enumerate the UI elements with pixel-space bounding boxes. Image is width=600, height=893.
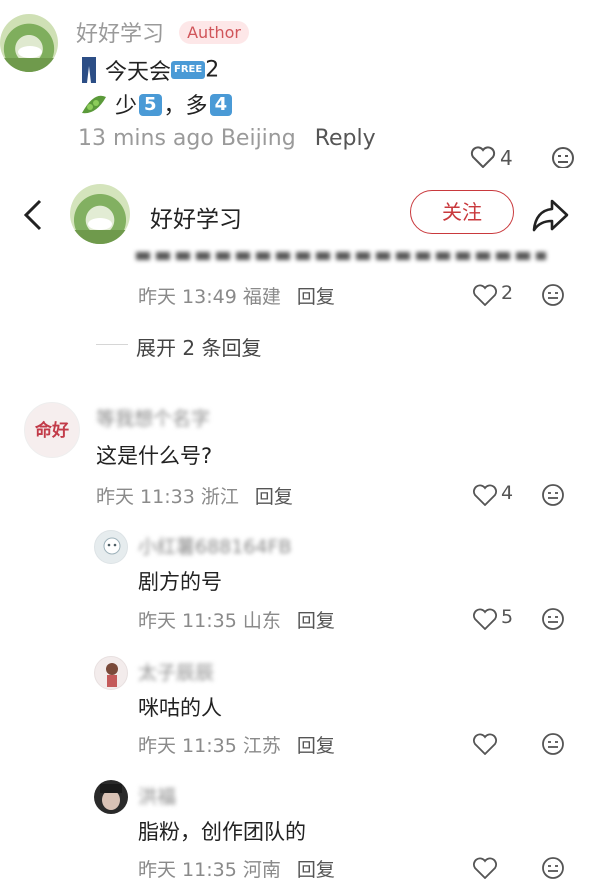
reply-reply[interactable]: 回复 (297, 859, 335, 881)
cut-comment-reply[interactable]: 回复 (297, 286, 335, 308)
reply-dislike[interactable] (541, 732, 565, 756)
author-name[interactable]: 好好学习 (76, 22, 164, 47)
reply-dislike[interactable] (541, 856, 565, 880)
dislike-face-icon (542, 284, 564, 306)
avatar-image (0, 46, 58, 72)
keycap-5: 5 (139, 94, 162, 116)
author-dislike[interactable] (550, 146, 576, 168)
reply-text: 咪咕的人 (138, 696, 222, 720)
free-badge: FREE (171, 61, 206, 79)
comment-avatar[interactable]: 命好 (24, 402, 80, 458)
comment-meta: 昨天 11:33 浙江 回复 (96, 482, 293, 509)
heart-icon (473, 284, 497, 306)
dislike-face-icon (542, 608, 564, 630)
reply-username[interactable]: 太子辰辰 (138, 658, 214, 685)
author-like-count: 4 (500, 146, 513, 170)
comment-username[interactable]: 等我想个名字 (96, 404, 210, 431)
author-name-row: 好好学习 Author (76, 16, 249, 48)
comment-like[interactable] (472, 484, 498, 506)
comment-text: 这是什么号? (96, 444, 213, 468)
author-badge: Author (179, 20, 249, 44)
reply-like-count: 5 (501, 606, 514, 628)
author-comment-line2: 少 5 ，多 4 (80, 88, 234, 120)
reply-avatar[interactable] (94, 656, 128, 690)
dislike-face-icon (552, 147, 574, 168)
chevron-left-icon (23, 199, 42, 231)
reply-like[interactable] (472, 857, 498, 879)
jeans-icon (80, 57, 98, 83)
comment-time: 昨天 11:33 浙江 (96, 486, 239, 508)
reply-text: 脂粉，创作团队的 (138, 820, 306, 844)
expand-divider (96, 344, 128, 345)
cut-comment-time: 昨天 13:49 福建 (138, 286, 281, 308)
keycap-4: 4 (209, 94, 233, 116)
reply-like[interactable] (472, 608, 498, 630)
heart-icon (473, 857, 497, 879)
peapod-icon (80, 93, 108, 115)
reply-like[interactable] (472, 733, 498, 755)
app-header: 好好学习 关注 (0, 168, 600, 260)
author-meta-row: 13 mins ago Beijing Reply (78, 126, 376, 151)
reply-time: 昨天 11:35 河南 (138, 859, 281, 881)
share-button[interactable] (532, 198, 570, 232)
dislike-face-icon (542, 857, 564, 879)
line1-text: 今天会 (105, 60, 172, 85)
comment-dislike[interactable] (541, 483, 565, 507)
comment-reply[interactable]: 回复 (255, 486, 293, 508)
reply-time: 昨天 11:35 山东 (138, 610, 281, 632)
author-like[interactable] (470, 146, 496, 168)
dislike-face-icon (542, 484, 564, 506)
heart-icon (470, 146, 496, 168)
avatar-image (103, 537, 121, 555)
reply-time: 昨天 11:35 江苏 (138, 735, 281, 757)
author-avatar[interactable] (0, 14, 58, 72)
header-avatar[interactable] (70, 184, 130, 244)
follow-button[interactable]: 关注 (410, 190, 514, 234)
dislike-face-icon (542, 733, 564, 755)
avatar-image (106, 663, 118, 687)
share-icon (532, 199, 569, 232)
heart-icon (473, 733, 497, 755)
author-time: 13 mins ago Beijing (78, 126, 296, 151)
reply-meta: 昨天 11:35 河南 回复 (138, 855, 335, 882)
cut-comment-text (136, 248, 546, 260)
reply-meta: 昨天 11:35 山东 回复 (138, 606, 335, 633)
reply-text: 剧方的号 (138, 570, 222, 594)
cut-comment-dislike[interactable] (541, 283, 565, 307)
line2-prefix: 少 (115, 94, 138, 119)
reply-reply[interactable]: 回复 (297, 610, 335, 632)
reply-reply[interactable]: 回复 (297, 735, 335, 757)
follow-label: 关注 (442, 200, 482, 224)
comment-like-count: 4 (501, 482, 514, 504)
cut-comment-like-count: 2 (501, 282, 514, 304)
cut-comment-like[interactable] (472, 284, 498, 306)
reply-username[interactable]: 洪福 (138, 782, 176, 809)
line2-sep: ，多 (163, 94, 208, 119)
expand-replies-button[interactable]: 展开 2 条回复 (136, 332, 261, 361)
reply-avatar[interactable] (94, 530, 128, 564)
line1-suffix: 2 (205, 57, 220, 83)
author-reply-link[interactable]: Reply (315, 126, 376, 151)
back-button[interactable] (20, 198, 46, 232)
avatar-image (70, 218, 130, 244)
cut-comment-meta: 昨天 13:49 福建 回复 (138, 282, 335, 309)
avatar-text: 命好 (35, 421, 69, 441)
header-title[interactable]: 好好学习 (150, 200, 242, 234)
reply-username[interactable]: 小红薯688164FB (138, 532, 292, 559)
avatar-image (100, 784, 122, 810)
reply-avatar[interactable] (94, 780, 128, 814)
reply-meta: 昨天 11:35 江苏 回复 (138, 731, 335, 758)
author-comment-line1: 今天会 FREE 2 (80, 54, 219, 86)
heart-icon (473, 484, 497, 506)
reply-dislike[interactable] (541, 607, 565, 631)
heart-icon (473, 608, 497, 630)
